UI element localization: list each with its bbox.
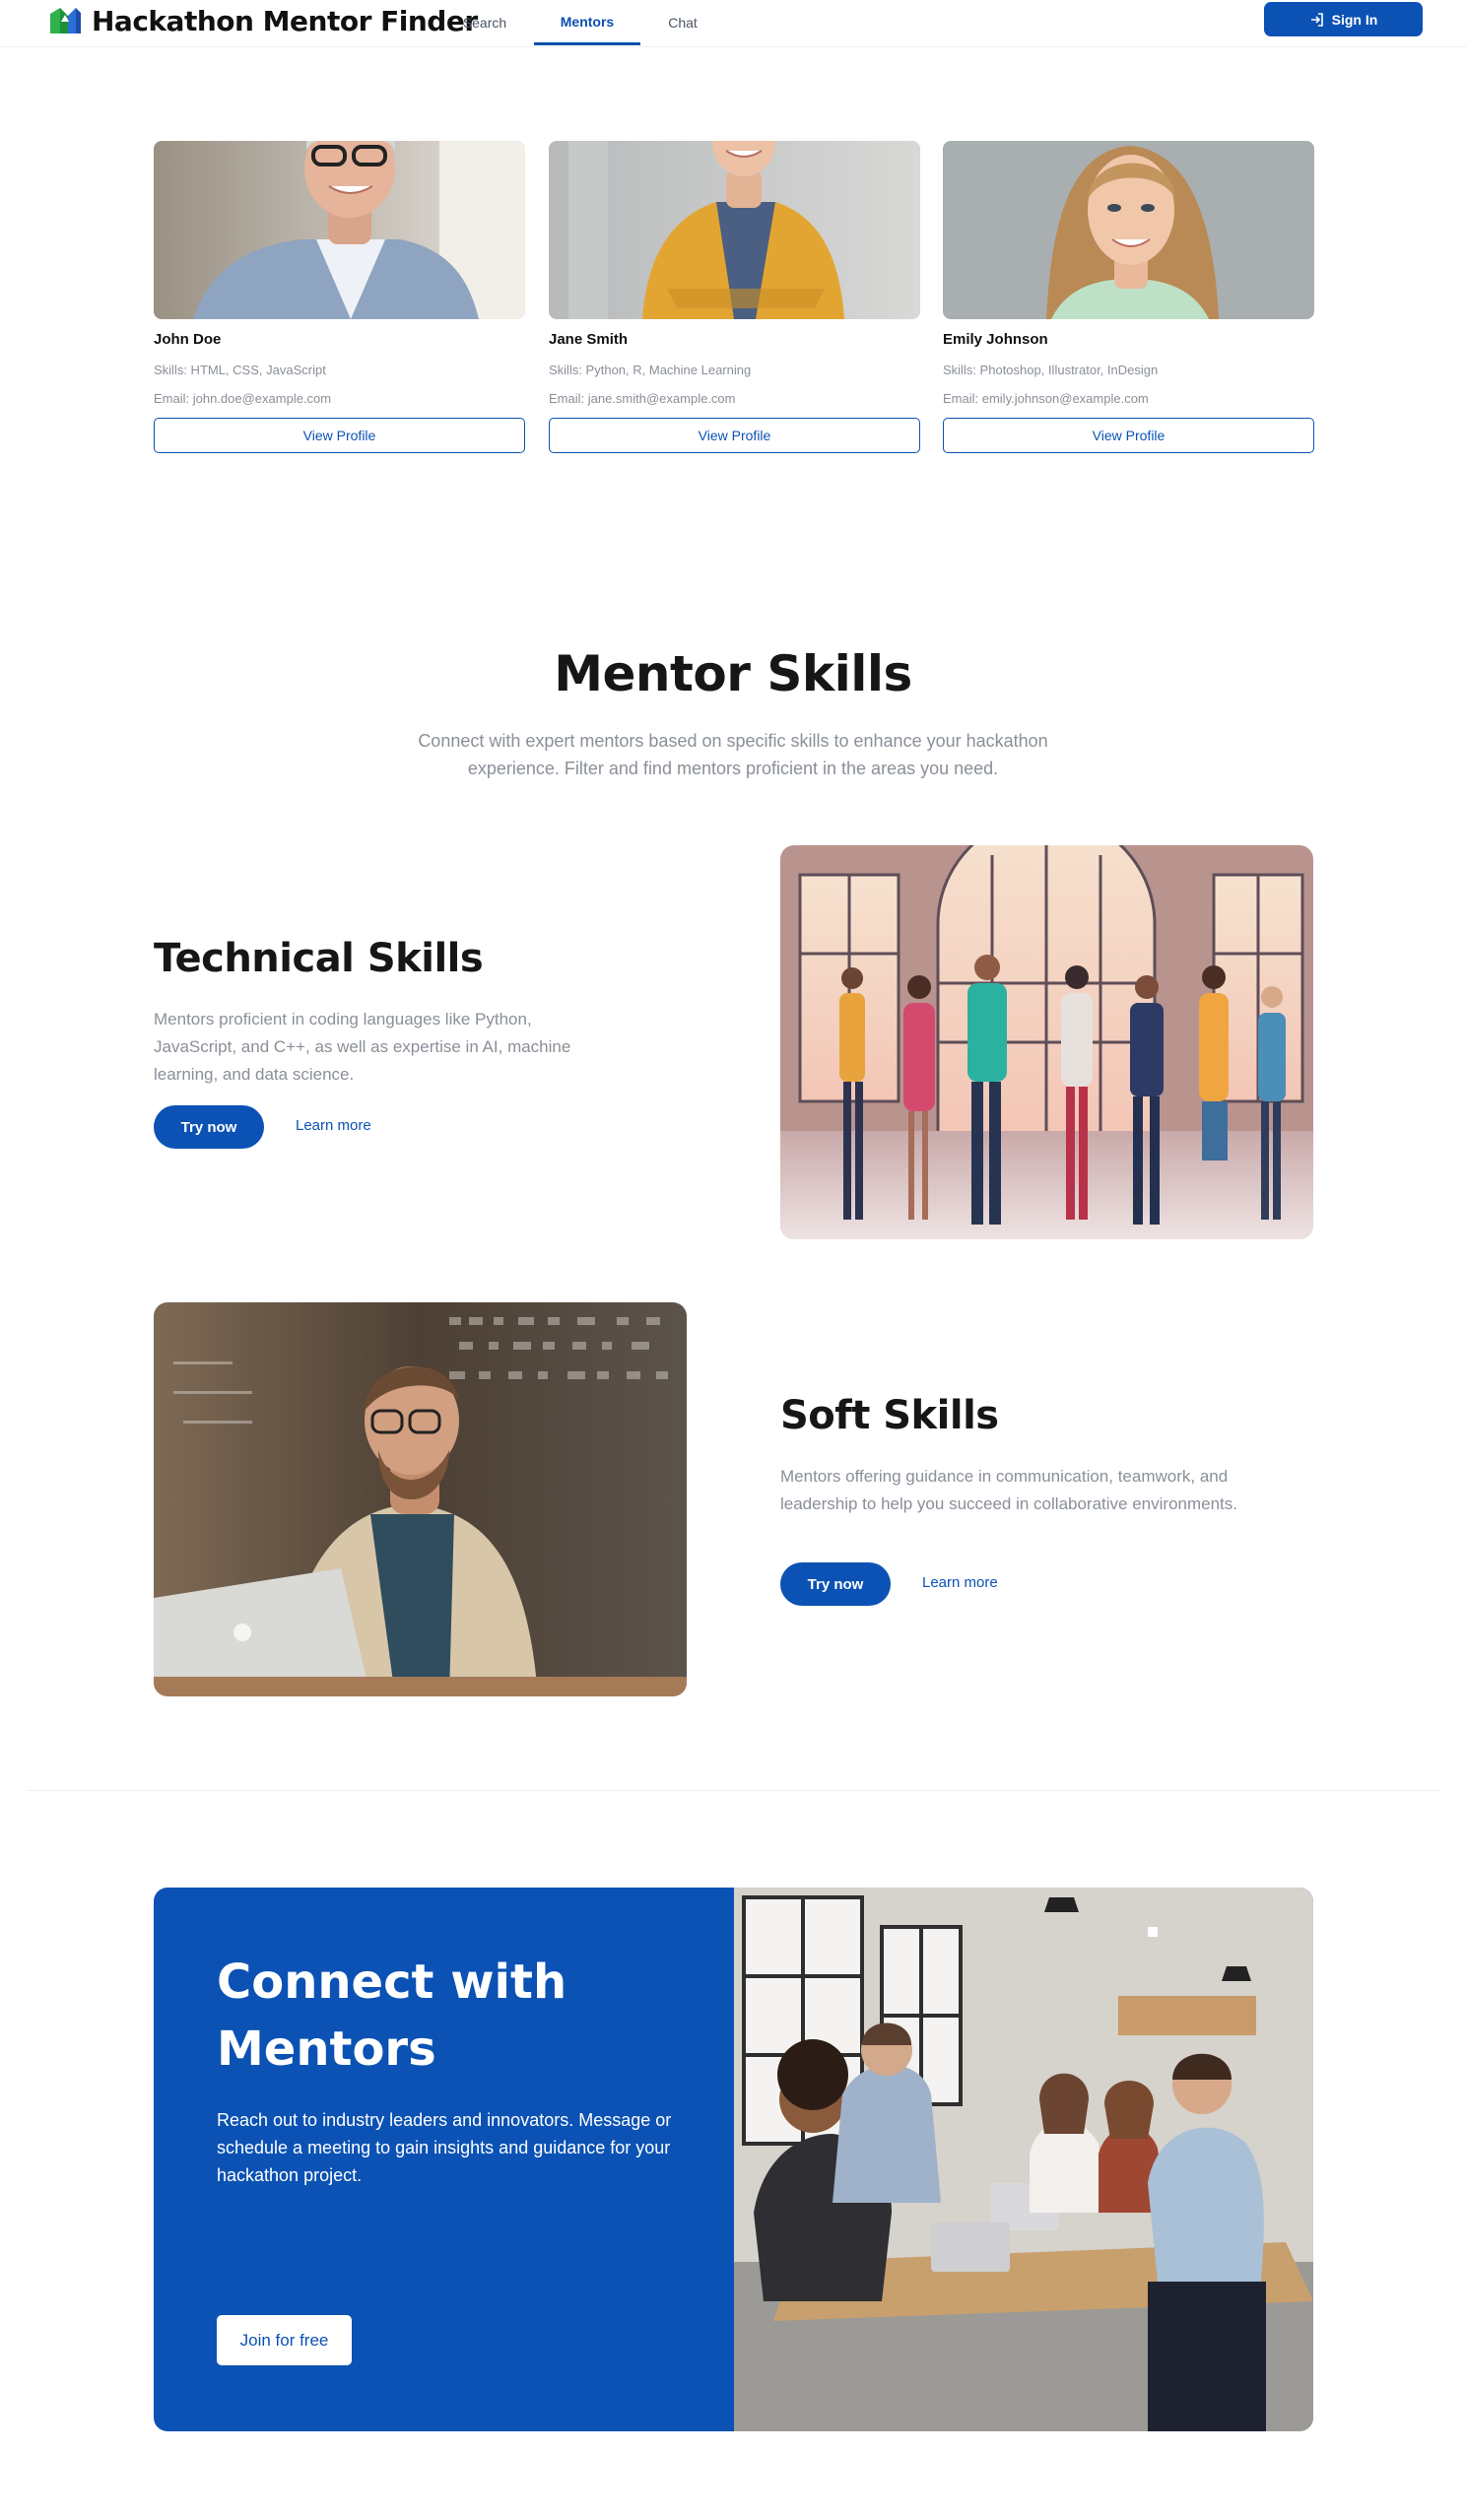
technical-skills-illustration bbox=[780, 845, 1313, 1239]
mentor-skills: Skills: HTML, CSS, JavaScript bbox=[154, 363, 326, 377]
mentor-photo bbox=[549, 141, 920, 319]
view-profile-button[interactable]: View Profile bbox=[943, 418, 1314, 453]
soft-try-now-button[interactable]: Try now bbox=[780, 1562, 891, 1606]
mentor-name: Jane Smith bbox=[549, 331, 629, 348]
app-title: Hackathon Mentor Finder bbox=[92, 4, 478, 37]
technical-skills-text: Mentors proficient in coding languages l… bbox=[154, 1010, 571, 1084]
view-profile-button[interactable]: View Profile bbox=[549, 418, 920, 453]
mentor-name: Emily Johnson bbox=[943, 331, 1048, 348]
soft-skills-title: Soft Skills bbox=[780, 1393, 999, 1438]
join-for-free-button[interactable]: Join for free bbox=[217, 2315, 352, 2365]
sign-in-label: Sign In bbox=[1331, 11, 1378, 28]
mentor-email: Email: jane.smith@example.com bbox=[549, 391, 736, 406]
mentor-card: John Doe Skills: HTML, CSS, JavaScript E… bbox=[154, 141, 525, 453]
technical-try-now-button[interactable]: Try now bbox=[154, 1105, 264, 1149]
soft-skills-text: Mentors offering guidance in communicati… bbox=[780, 1467, 1237, 1513]
section-subtitle: Connect with expert mentors based on spe… bbox=[418, 731, 1048, 778]
technical-learn-more-link[interactable]: Learn more bbox=[296, 1117, 371, 1134]
technical-skills-title: Technical Skills bbox=[154, 936, 484, 981]
mentor-photo bbox=[943, 141, 1314, 319]
logo-icon bbox=[50, 8, 81, 33]
cta-text: Reach out to industry leaders and innova… bbox=[217, 2110, 672, 2185]
mentor-card: Jane Smith Skills: Python, R, Machine Le… bbox=[549, 141, 920, 453]
mentor-email: Email: john.doe@example.com bbox=[154, 391, 332, 406]
mentor-card: Emily Johnson Skills: Photoshop, Illustr… bbox=[943, 141, 1314, 453]
mentor-skills: Skills: Python, R, Machine Learning bbox=[549, 363, 752, 377]
mentor-name: John Doe bbox=[154, 331, 222, 348]
top-navbar: Hackathon Mentor Finder Search Mentors C… bbox=[0, 0, 1466, 47]
section-title: Mentor Skills bbox=[554, 645, 912, 702]
soft-learn-more-link[interactable]: Learn more bbox=[922, 1574, 998, 1591]
mentor-email: Email: emily.johnson@example.com bbox=[943, 391, 1149, 406]
tab-chat[interactable]: Chat bbox=[658, 0, 707, 45]
cta-banner: Connect with Mentors Reach out to indust… bbox=[154, 1888, 1313, 2431]
soft-skills-photo bbox=[154, 1302, 687, 1696]
tab-search[interactable]: Search bbox=[456, 0, 513, 45]
cta-title: Connect with Mentors bbox=[217, 1955, 567, 2077]
cta-photo bbox=[734, 1888, 1313, 2431]
brand[interactable]: Hackathon Mentor Finder bbox=[48, 4, 478, 37]
mentor-skills: Skills: Photoshop, Illustrator, InDesign bbox=[943, 363, 1159, 377]
sign-in-icon bbox=[1310, 12, 1323, 27]
view-profile-button[interactable]: View Profile bbox=[154, 418, 525, 453]
mentor-photo bbox=[154, 141, 525, 319]
sign-in-button[interactable]: Sign In bbox=[1264, 2, 1423, 36]
tab-mentors[interactable]: Mentors bbox=[534, 0, 640, 45]
section-divider bbox=[27, 1790, 1439, 1791]
